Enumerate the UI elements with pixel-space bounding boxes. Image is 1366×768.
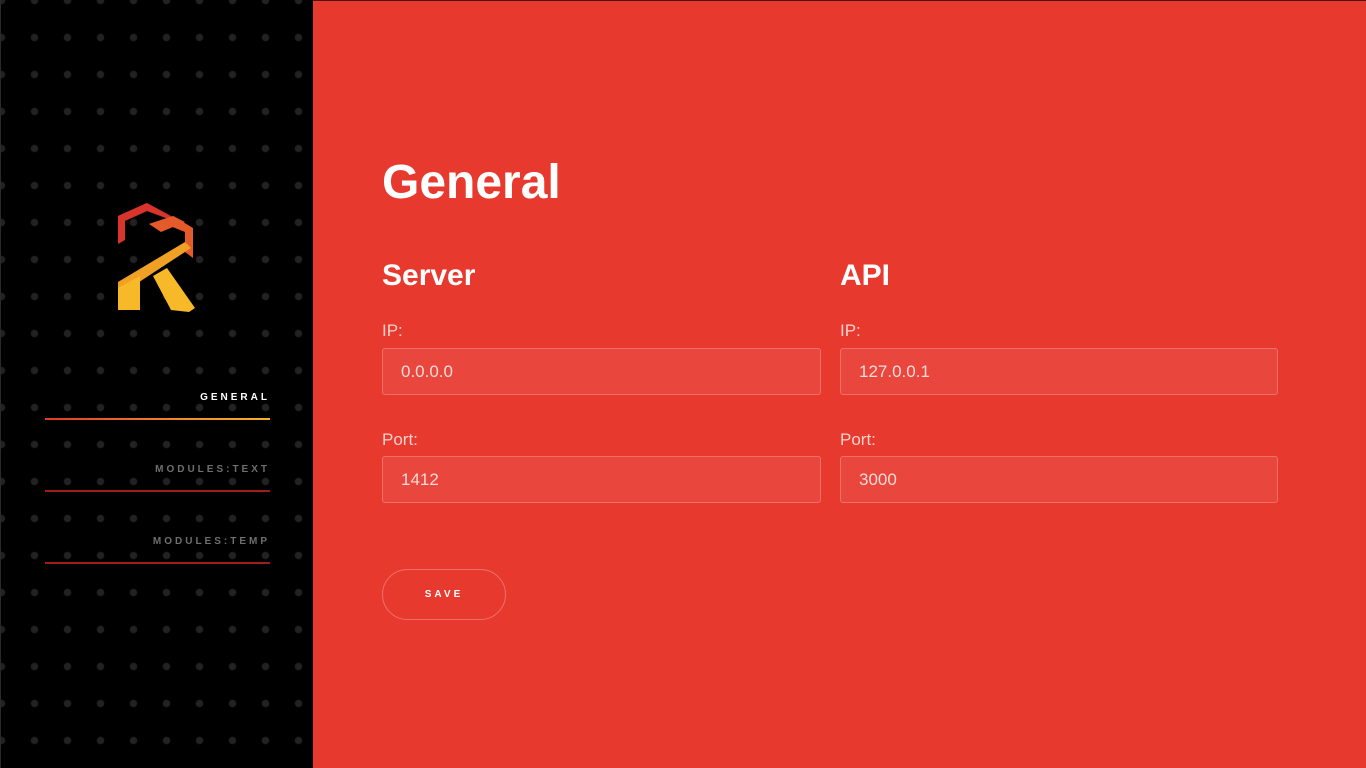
app-logo-icon <box>118 203 195 312</box>
sidebar-item-modules-text[interactable]: MODULES:TEXT <box>45 464 270 504</box>
api-ip-label: IP: <box>840 321 861 340</box>
nav-underline <box>45 490 270 492</box>
page-title: General <box>382 156 561 209</box>
sidebar-item-modules-temp[interactable]: MODULES:TEMP <box>45 536 270 576</box>
sidebar-item-label: GENERAL <box>200 392 270 403</box>
api-port-input[interactable] <box>840 456 1278 503</box>
api-ip-input[interactable] <box>840 348 1278 395</box>
nav-underline <box>45 418 270 420</box>
server-section-title: Server <box>382 259 476 292</box>
sidebar-item-label: MODULES:TEMP <box>152 536 270 547</box>
save-button[interactable]: SAVE <box>382 569 506 620</box>
server-port-input[interactable] <box>382 456 821 503</box>
server-ip-label: IP: <box>382 321 403 340</box>
sidebar-item-general[interactable]: GENERAL <box>45 392 270 432</box>
sidebar-item-label: MODULES:TEXT <box>155 464 270 475</box>
api-port-label: Port: <box>840 430 876 449</box>
nav-underline <box>45 562 270 564</box>
app-window: GENERAL MODULES:TEXT MODULES:TEMP Genera… <box>0 0 1366 768</box>
server-port-label: Port: <box>382 430 418 449</box>
server-ip-input[interactable] <box>382 348 821 395</box>
sidebar: GENERAL MODULES:TEXT MODULES:TEMP <box>0 0 313 768</box>
main-panel: General Server IP: Port: API IP: Port: S… <box>313 0 1366 768</box>
api-section-title: API <box>840 259 891 292</box>
